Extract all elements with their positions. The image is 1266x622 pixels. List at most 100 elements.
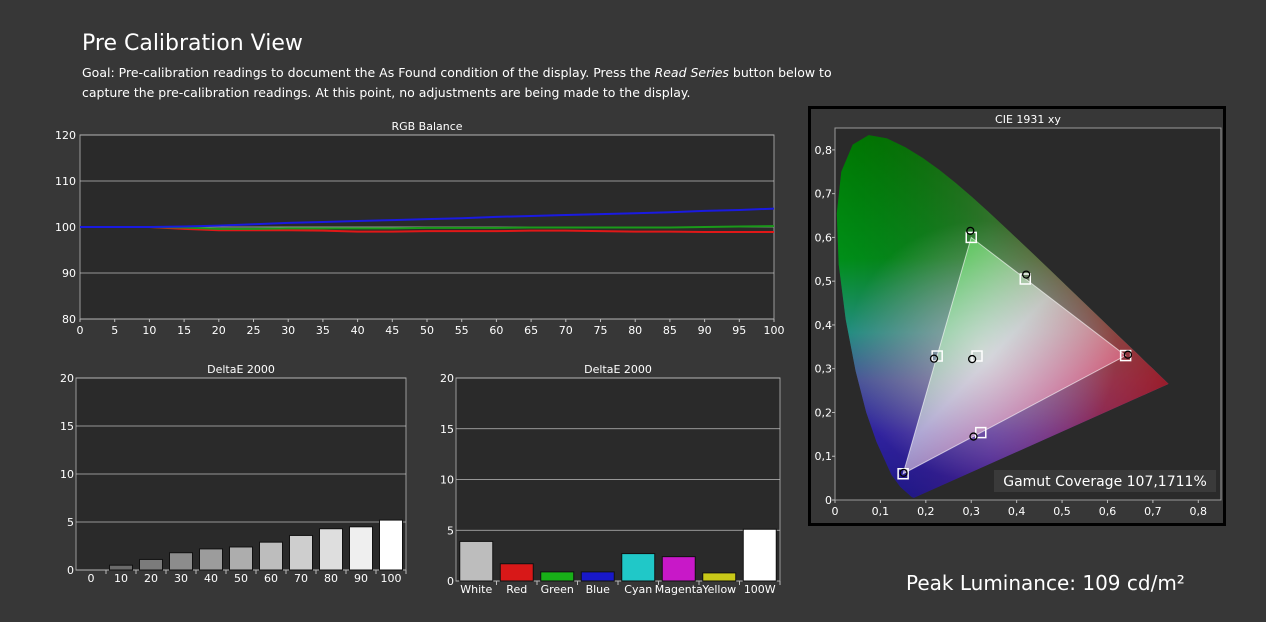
cie-y-tick: 0,4 <box>815 319 833 332</box>
de-gray-x-tick: 50 <box>234 572 248 585</box>
de-gray-x-tick: 80 <box>324 572 338 585</box>
cie-y-tick: 0,3 <box>815 363 833 376</box>
de-color-y-tick: 10 <box>440 474 454 487</box>
deltae-colors-chart: DeltaE 2000 0 5 10 15 20 White Red Green Blue Cyan… <box>440 363 781 596</box>
cie-x-tick: 0,2 <box>917 505 935 518</box>
de-gray-x-tick: 0 <box>88 572 95 585</box>
de-color-x-tick: Magenta <box>655 583 703 596</box>
cie-x-tick: 0,4 <box>1008 505 1026 518</box>
cie-x-tick: 0,5 <box>1053 505 1071 518</box>
de-color-y-tick: 20 <box>440 372 454 385</box>
de-gray-title: DeltaE 2000 <box>207 363 275 376</box>
de-gray-x-tick: 100 <box>381 572 402 585</box>
de-color-x-tick: Cyan <box>624 583 652 596</box>
de-color-x-tick: 100W <box>744 583 776 596</box>
de-color-bar <box>742 528 777 582</box>
de-color-bar <box>540 571 575 582</box>
rgb-y-tick: 90 <box>62 267 76 280</box>
de-gray-y-tick: 5 <box>67 516 74 529</box>
de-color-x-tick: Red <box>506 583 527 596</box>
cie-x-tick: 0,7 <box>1144 505 1162 518</box>
de-gray-x-tick: 90 <box>354 572 368 585</box>
rgb-x-tick: 50 <box>420 324 434 337</box>
rgb-y-tick: 80 <box>62 313 76 326</box>
cie-x-tick: 0,8 <box>1190 505 1208 518</box>
rgb-x-tick: 70 <box>559 324 573 337</box>
de-gray-y-tick: 10 <box>60 468 74 481</box>
rgb-x-tick: 10 <box>142 324 156 337</box>
cie-title: CIE 1931 xy <box>995 113 1061 126</box>
peak-luminance: Peak Luminance: 109 cd/m² <box>906 571 1185 595</box>
rgb-x-tick: 35 <box>316 324 330 337</box>
de-gray-bar <box>139 558 163 571</box>
de-gray-x-tick: 70 <box>294 572 308 585</box>
rgb-x-tick: 15 <box>177 324 191 337</box>
de-gray-y-tick: 20 <box>60 372 74 385</box>
rgb-x-tick: 30 <box>281 324 295 337</box>
rgb-y-tick: 120 <box>55 129 76 142</box>
rgb-y-tick: 110 <box>55 175 76 188</box>
cie-y-tick: 0,5 <box>815 275 833 288</box>
cie-x-tick: 0,6 <box>1099 505 1117 518</box>
deltae-grayscale-chart: DeltaE 2000 0 5 10 15 20 0 10 20 30 40 50 60 70 80 90 10… <box>60 363 407 585</box>
de-gray-bar <box>229 546 253 571</box>
cie-y-tick: 0,1 <box>815 450 833 463</box>
de-color-bar <box>499 563 534 582</box>
de-gray-x-tick: 30 <box>174 572 188 585</box>
rgb-balance-chart: RGB Balance 80 90 100 110 120 0 5 10 15 20 25 30 35 40… <box>55 120 785 337</box>
de-gray-bar <box>349 526 373 571</box>
de-color-x-tick: Yellow <box>701 583 736 596</box>
de-color-bar <box>580 571 615 582</box>
de-color-x-tick: Blue <box>586 583 611 596</box>
rgb-x-tick: 85 <box>663 324 677 337</box>
rgb-x-tick: 65 <box>524 324 538 337</box>
cie-y-tick: 0,2 <box>815 406 833 419</box>
cie-y-tick: 0,8 <box>815 144 833 157</box>
de-gray-y-tick: 0 <box>67 564 74 577</box>
cie-chart-frame: CIE 1931 xy 0 0,1 0,2 0,3 0,4 0,5 0,6 0,7 0,8 0 0,1… <box>808 106 1226 526</box>
rgb-x-tick: 20 <box>212 324 226 337</box>
de-color-title: DeltaE 2000 <box>584 363 652 376</box>
de-color-bar <box>459 540 494 582</box>
rgb-x-tick: 60 <box>489 324 503 337</box>
de-color-bar <box>621 553 656 582</box>
de-color-bar <box>661 556 696 582</box>
rgb-x-tick: 75 <box>594 324 608 337</box>
rgb-x-tick: 95 <box>732 324 746 337</box>
de-gray-bar <box>259 541 283 571</box>
rgb-x-tick: 25 <box>247 324 261 337</box>
de-color-y-tick: 5 <box>447 524 454 537</box>
de-gray-y-tick: 15 <box>60 420 74 433</box>
de-gray-bar <box>109 564 133 571</box>
de-gray-bar <box>199 548 223 571</box>
rgb-x-tick: 90 <box>698 324 712 337</box>
gamut-coverage-label: Gamut Coverage 107,1711% <box>1003 474 1207 490</box>
rgb-x-tick: 0 <box>77 324 84 337</box>
rgb-chart-title: RGB Balance <box>391 120 462 133</box>
rgb-x-tick: 100 <box>764 324 785 337</box>
goal-text-read-series: Read Series <box>654 65 729 80</box>
de-gray-x-tick: 40 <box>204 572 218 585</box>
de-color-x-tick: White <box>460 583 492 596</box>
cie-1931-chart: CIE 1931 xy00,10,20,30,40,50,60,70,80 0,1… <box>815 113 1222 518</box>
rgb-x-tick: 80 <box>628 324 642 337</box>
de-gray-bar <box>379 519 403 571</box>
de-color-y-tick: 0 <box>447 575 454 588</box>
de-color-bar <box>702 572 737 582</box>
cie-x-tick: 0 <box>832 505 839 518</box>
page-title: Pre Calibration View <box>82 31 303 56</box>
rgb-x-tick: 55 <box>455 324 469 337</box>
de-color-x-tick: Green <box>541 583 574 596</box>
goal-text: Goal: Pre-calibration readings to docume… <box>82 63 842 103</box>
cie-y-tick: 0,6 <box>815 231 833 244</box>
de-gray-x-tick: 20 <box>144 572 158 585</box>
de-color-y-tick: 15 <box>440 423 454 436</box>
de-gray-x-tick: 60 <box>264 572 278 585</box>
de-gray-x-tick: 10 <box>114 572 128 585</box>
de-gray-bar <box>319 528 343 571</box>
rgb-x-tick: 45 <box>385 324 399 337</box>
de-gray-bar <box>289 534 313 571</box>
cie-y-tick: 0,7 <box>815 188 833 201</box>
de-gray-bar <box>169 552 193 571</box>
rgb-y-tick: 100 <box>55 221 76 234</box>
